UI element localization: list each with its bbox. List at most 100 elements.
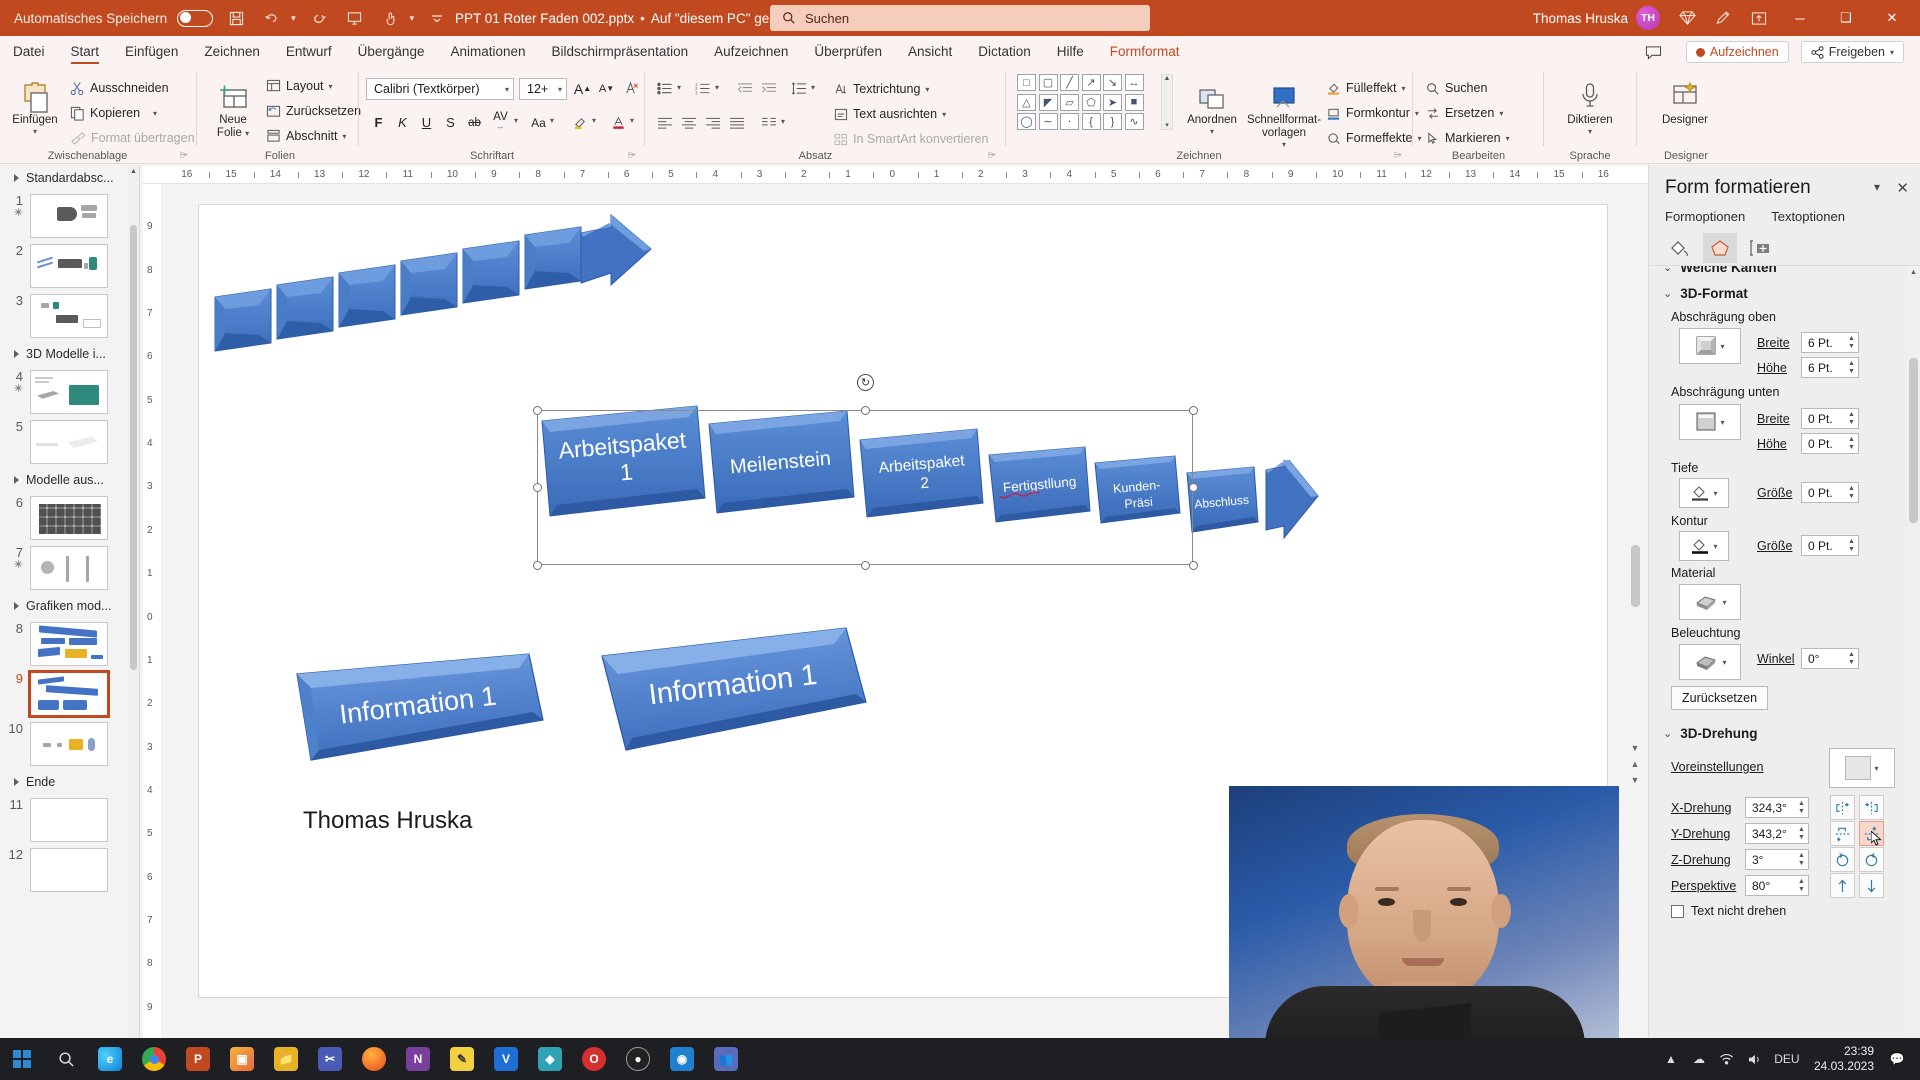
tab-datei[interactable]: Datei <box>0 42 58 64</box>
tab-zeichnen[interactable]: Zeichnen <box>191 42 273 64</box>
paste-button[interactable]: Einfügen ▾ <box>6 76 64 136</box>
spinner-arrows[interactable]: ▲ ▼ <box>1795 850 1808 869</box>
list-item[interactable]: 1 ✳ <box>0 191 139 241</box>
list-item[interactable]: 11 <box>0 795 139 845</box>
selection-handle-mr[interactable] <box>1189 483 1198 492</box>
redo-icon[interactable] <box>306 6 332 30</box>
section-header-grafiken[interactable]: Grafiken mod... <box>0 593 139 619</box>
slide-thumbnail-selected[interactable] <box>28 670 110 718</box>
tab-dictation[interactable]: Dictation <box>965 42 1044 64</box>
align-center-button[interactable] <box>678 112 699 133</box>
record-icon[interactable]: ● <box>616 1038 660 1080</box>
contour-caret-icon[interactable]: ▾ <box>1713 542 1717 551</box>
lighting-button[interactable]: ▾ <box>1679 644 1741 680</box>
taskbar[interactable]: e P ▣ 📁 ✂ N ✎ V ◈ O ● ◉ 👥 ▲ ☁ DEU 23:39 … <box>0 1038 1920 1080</box>
section-header-3dmodelle[interactable]: 3D Modelle i... <box>0 341 139 367</box>
section-header-standardabschnitt[interactable]: Standardabsc... <box>0 165 139 191</box>
search-box[interactable]: Suchen <box>770 5 1150 31</box>
minimize-button[interactable]: ─ <box>1778 1 1822 35</box>
tab-entwurf[interactable]: Entwurf <box>273 42 345 64</box>
arrange-button[interactable]: Anordnen ▾ <box>1181 76 1243 136</box>
tab-aufzeichnen[interactable]: Aufzeichnen <box>701 42 801 64</box>
font-name-input[interactable]: Calibri (Textkörper) ▾ <box>366 78 514 100</box>
onedrive-icon[interactable]: ☁ <box>1686 1044 1712 1074</box>
copy-caret-icon[interactable]: ▾ <box>153 109 157 118</box>
selection-handle-tc[interactable] <box>861 406 870 415</box>
shape-line-icon[interactable]: ╱ <box>1060 74 1079 91</box>
y-rotation-input[interactable]: 343,2° ▲ ▼ <box>1745 823 1809 844</box>
clear-formatting-button[interactable] <box>620 78 641 99</box>
contour-size-input[interactable]: 0 Pt. ▲ ▼ <box>1801 535 1859 556</box>
quick-styles-button[interactable]: Schnellformat- vorlagen ▾ <box>1247 76 1321 150</box>
pane-scrollbar-thumb[interactable] <box>1909 358 1918 523</box>
arrange-caret-icon[interactable]: ▾ <box>1210 127 1214 136</box>
presets-caret-icon[interactable]: ▾ <box>1874 764 1878 773</box>
list-item[interactable]: 9 <box>0 669 139 719</box>
selection-handle-tl[interactable] <box>533 406 542 415</box>
opera-icon[interactable]: O <box>572 1038 616 1080</box>
list-item[interactable]: 4 ✳ <box>0 367 139 417</box>
pane-scroll-up-icon[interactable]: ▲ <box>1907 266 1920 279</box>
section-3d-format[interactable]: ⌄ 3D-Format <box>1663 286 1748 301</box>
bevel-bottom-height-input[interactable]: 0 Pt. ▲ ▼ <box>1801 433 1859 454</box>
canvas-next-slide-icon[interactable]: ▼ <box>1631 775 1640 785</box>
shape-arrow-icon[interactable]: ↗ <box>1081 74 1101 91</box>
spacing-caret-icon[interactable]: ▾ <box>514 116 518 125</box>
slide-thumbnail-panel[interactable]: Standardabsc... 1 ✳ 2 3 3D Modelle i... … <box>0 165 140 1051</box>
highlight-caret-icon[interactable]: ▾ <box>592 116 596 125</box>
cut-button[interactable]: Ausschneiden <box>70 78 169 98</box>
slide-thumbnail[interactable] <box>30 722 108 766</box>
shape-cube-icon[interactable]: ■ <box>1124 93 1144 111</box>
chevron-end-and-arrow[interactable]: Abschluss <box>1184 460 1384 620</box>
spinner-arrows[interactable]: ▲ ▼ <box>1795 824 1808 843</box>
share-button[interactable]: Freigeben ▾ <box>1800 41 1904 63</box>
bevel-bottom-width-input[interactable]: 0 Pt. ▲ ▼ <box>1801 408 1859 429</box>
spinner-arrows[interactable]: ▲ ▼ <box>1845 409 1858 428</box>
pane-collapse-icon[interactable]: ▾ <box>1874 180 1880 194</box>
tab-einfuegen[interactable]: Einfügen <box>112 42 191 64</box>
ribbon-display-icon[interactable] <box>1742 3 1776 33</box>
perspective-decrease-button[interactable] <box>1830 873 1855 898</box>
author-text[interactable]: Thomas Hruska <box>303 807 472 835</box>
chrome-icon[interactable] <box>132 1038 176 1080</box>
rotate-handle[interactable]: ↻ <box>857 374 874 391</box>
spinner-arrows[interactable]: ▲ ▼ <box>1845 483 1858 502</box>
justify-button[interactable] <box>726 112 747 133</box>
strikethrough-button[interactable]: ab <box>464 112 485 133</box>
selection-box[interactable] <box>537 410 1193 565</box>
text-direction-caret-icon[interactable]: ▾ <box>925 85 929 94</box>
shrink-font-button[interactable]: A ▼ <box>596 78 617 99</box>
effects-icon[interactable] <box>1703 233 1737 263</box>
section-weiche-kanten[interactable]: ⌄ Weiche Kanten <box>1663 266 1777 275</box>
shape-pentagon-icon[interactable]: ⬠ <box>1081 93 1101 111</box>
information-box-2[interactable]: Information 1 <box>574 620 884 780</box>
select-caret-icon[interactable]: ▾ <box>1506 134 1510 143</box>
selection-handle-bl[interactable] <box>533 561 542 570</box>
bullets-caret-icon[interactable]: ▾ <box>677 83 681 92</box>
z-rotation-input[interactable]: 3° ▲ ▼ <box>1745 849 1809 870</box>
depth-size-input[interactable]: 0 Pt. ▲ ▼ <box>1801 482 1859 503</box>
shape-arc-icon[interactable]: ⋅ <box>1060 113 1079 130</box>
pane-close-icon[interactable]: ✕ <box>1896 179 1909 197</box>
change-case-caret-icon[interactable]: ▾ <box>550 116 554 125</box>
canvas-scrollbar-thumb[interactable] <box>1630 545 1640 607</box>
slide-thumbnail[interactable] <box>30 244 108 288</box>
bold-button[interactable]: F <box>368 112 389 133</box>
find-button[interactable]: Suchen <box>1426 78 1487 98</box>
decrease-indent-button[interactable] <box>734 78 755 99</box>
spinner-arrows[interactable]: ▲ ▼ <box>1845 333 1858 352</box>
material-caret-icon[interactable]: ▾ <box>1722 598 1726 607</box>
fill-line-icon[interactable] <box>1663 233 1697 263</box>
canvas-scroll-controls[interactable]: ▼ ▲ ▼ <box>1626 545 1644 795</box>
tab-animationen[interactable]: Animationen <box>437 42 538 64</box>
selection-handle-br[interactable] <box>1189 561 1198 570</box>
section-expand-icon[interactable] <box>14 476 19 484</box>
section-button[interactable]: Abschnitt ▾ <box>266 126 346 146</box>
line-spacing-button[interactable] <box>788 78 809 99</box>
list-item[interactable]: 8 <box>0 619 139 669</box>
slide-thumbnail[interactable] <box>30 194 108 238</box>
shape-oval-icon[interactable]: ◯ <box>1017 113 1036 130</box>
font-color-caret-icon[interactable]: ▾ <box>630 116 634 125</box>
slide-thumbnail[interactable] <box>30 420 108 464</box>
list-item[interactable]: 12 <box>0 845 139 895</box>
